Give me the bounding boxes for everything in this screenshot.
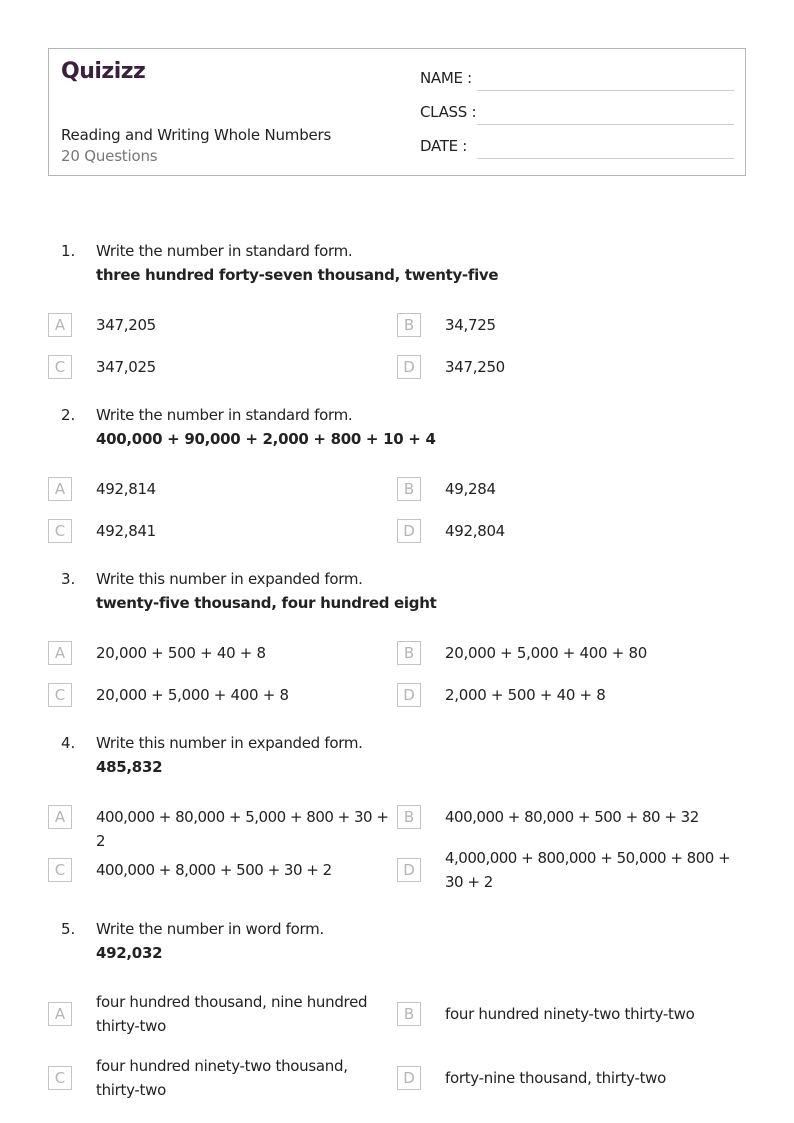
date-line[interactable] — [477, 158, 734, 159]
option-letter-box: C — [48, 1066, 72, 1090]
option-letter-box: B — [397, 477, 421, 501]
option-text: 34,725 — [445, 316, 496, 334]
option-text: 20,000 + 5,000 + 400 + 8 — [96, 686, 289, 704]
option-letter-box: D — [397, 858, 421, 882]
option-letter-box: B — [397, 313, 421, 337]
option-letter-box: C — [48, 683, 72, 707]
question-prompt: Write the number in standard form. — [96, 242, 353, 260]
option-text: 4,000,000 + 800,000 + 50,000 + 800 + 30 … — [445, 849, 731, 891]
question-number: 4. — [61, 734, 76, 752]
worksheet-header: Quizizz Reading and Writing Whole Number… — [48, 48, 746, 176]
class-label: CLASS : — [420, 103, 477, 121]
option-letter-box: C — [48, 858, 72, 882]
question-prompt: Write this number in expanded form. — [96, 734, 363, 752]
quizizz-logo: Quizizz — [61, 59, 146, 84]
option-text: 400,000 + 80,000 + 5,000 + 800 + 30 + 2 — [96, 808, 389, 850]
question-prompt: Write the number in word form. — [96, 920, 324, 938]
question-prompt: Write the number in standard form. — [96, 406, 353, 424]
option-text: 20,000 + 500 + 40 + 8 — [96, 644, 266, 662]
option-text: 347,205 — [96, 316, 156, 334]
question-value: 485,832 — [96, 758, 163, 776]
option-letter-box: A — [48, 805, 72, 829]
question-number: 3. — [61, 570, 76, 588]
option-letter-box: A — [48, 1002, 72, 1026]
option-text: 2,000 + 500 + 40 + 8 — [445, 686, 606, 704]
class-line[interactable] — [477, 124, 734, 125]
question-number: 1. — [61, 242, 76, 260]
date-label: DATE : — [420, 137, 468, 155]
option-letter-box: B — [397, 1002, 421, 1026]
option-text: four hundred ninety-two thirty-two — [445, 1005, 695, 1023]
option-text: 20,000 + 5,000 + 400 + 80 — [445, 644, 647, 662]
option-text: 492,804 — [445, 522, 505, 540]
option-text: 347,250 — [445, 358, 505, 376]
option-letter-box: C — [48, 519, 72, 543]
date-field[interactable]: DATE : — [420, 135, 734, 159]
question-count: 20 Questions — [61, 147, 158, 165]
option-letter-box: A — [48, 641, 72, 665]
option-letter-box: D — [397, 1066, 421, 1090]
option-letter-box: D — [397, 355, 421, 379]
option-letter-box: B — [397, 641, 421, 665]
question-value: three hundred forty-seven thousand, twen… — [96, 266, 499, 284]
name-field[interactable]: NAME : — [420, 67, 734, 91]
option-letter-box: A — [48, 313, 72, 337]
option-text: four hundred ninety-two thousand, thirty… — [96, 1057, 348, 1099]
option-text: 400,000 + 8,000 + 500 + 30 + 2 — [96, 861, 332, 879]
option-letter-box: B — [397, 805, 421, 829]
option-text: forty-nine thousand, thirty-two — [445, 1069, 667, 1087]
question-value: twenty-five thousand, four hundred eight — [96, 594, 437, 612]
question-value: 400,000 + 90,000 + 2,000 + 800 + 10 + 4 — [96, 430, 436, 448]
option-text: 492,814 — [96, 480, 156, 498]
class-field[interactable]: CLASS : — [420, 101, 734, 125]
option-letter-box: A — [48, 477, 72, 501]
question-value: 492,032 — [96, 944, 163, 962]
name-label: NAME : — [420, 69, 472, 87]
option-text: 492,841 — [96, 522, 156, 540]
name-line[interactable] — [477, 90, 734, 91]
option-text: 49,284 — [445, 480, 496, 498]
question-prompt: Write this number in expanded form. — [96, 570, 363, 588]
option-letter-box: D — [397, 519, 421, 543]
option-letter-box: D — [397, 683, 421, 707]
worksheet-title: Reading and Writing Whole Numbers — [61, 126, 332, 144]
question-number: 2. — [61, 406, 76, 424]
question-number: 5. — [61, 920, 76, 938]
option-letter-box: C — [48, 355, 72, 379]
option-text: 347,025 — [96, 358, 156, 376]
option-text: four hundred thousand, nine hundred thir… — [96, 993, 368, 1035]
option-text: 400,000 + 80,000 + 500 + 80 + 32 — [445, 808, 699, 826]
